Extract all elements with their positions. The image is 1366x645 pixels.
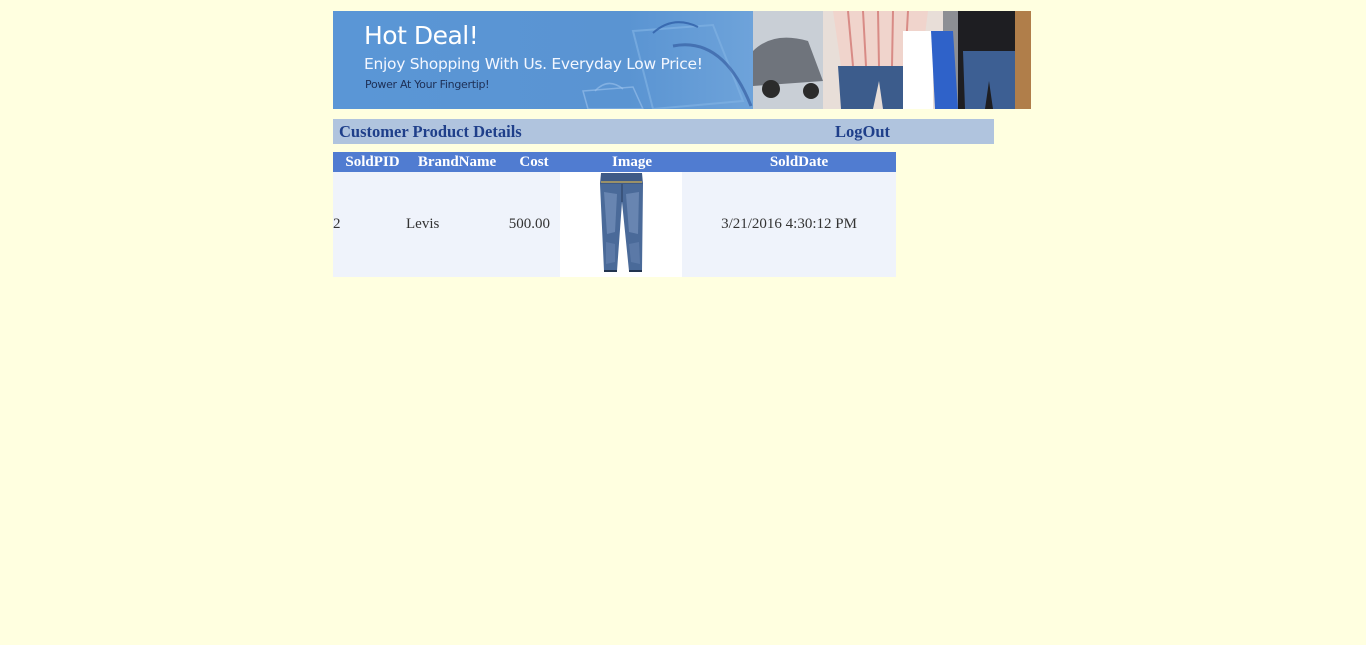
cell-image (560, 172, 682, 277)
shoppers-photo (753, 11, 1031, 109)
page-title: Customer Product Details (339, 122, 522, 141)
column-header-image: Image (560, 152, 682, 172)
banner-tagline: Power At Your Fingertip! (365, 78, 490, 91)
banner-title: Hot Deal! (364, 21, 479, 50)
header-bar: Customer Product Details LogOut (333, 119, 994, 144)
column-header-brandname: BrandName (406, 152, 508, 172)
product-table: SoldPID BrandName Cost Image SoldDate 2 … (333, 152, 896, 277)
banner-background: Hot Deal! Enjoy Shopping With Us. Everyd… (333, 11, 753, 109)
table-row: 2 Levis 500.00 3/21/2016 4:30:12 PM (333, 172, 896, 277)
cell-soldpid: 2 (333, 172, 406, 277)
cell-solddate: 3/21/2016 4:30:12 PM (682, 172, 896, 277)
cell-brandname: Levis (406, 172, 508, 277)
jeans-image (600, 173, 643, 272)
banner-subtitle: Enjoy Shopping With Us. Everyday Low Pri… (364, 55, 703, 73)
column-header-cost: Cost (508, 152, 560, 172)
logout-link[interactable]: LogOut (835, 122, 890, 142)
column-header-solddate: SoldDate (682, 152, 896, 172)
table-header-row: SoldPID BrandName Cost Image SoldDate (333, 152, 896, 172)
banner: Hot Deal! Enjoy Shopping With Us. Everyd… (333, 11, 1031, 109)
column-header-soldpid: SoldPID (333, 152, 406, 172)
cell-cost: 500.00 (508, 172, 560, 277)
